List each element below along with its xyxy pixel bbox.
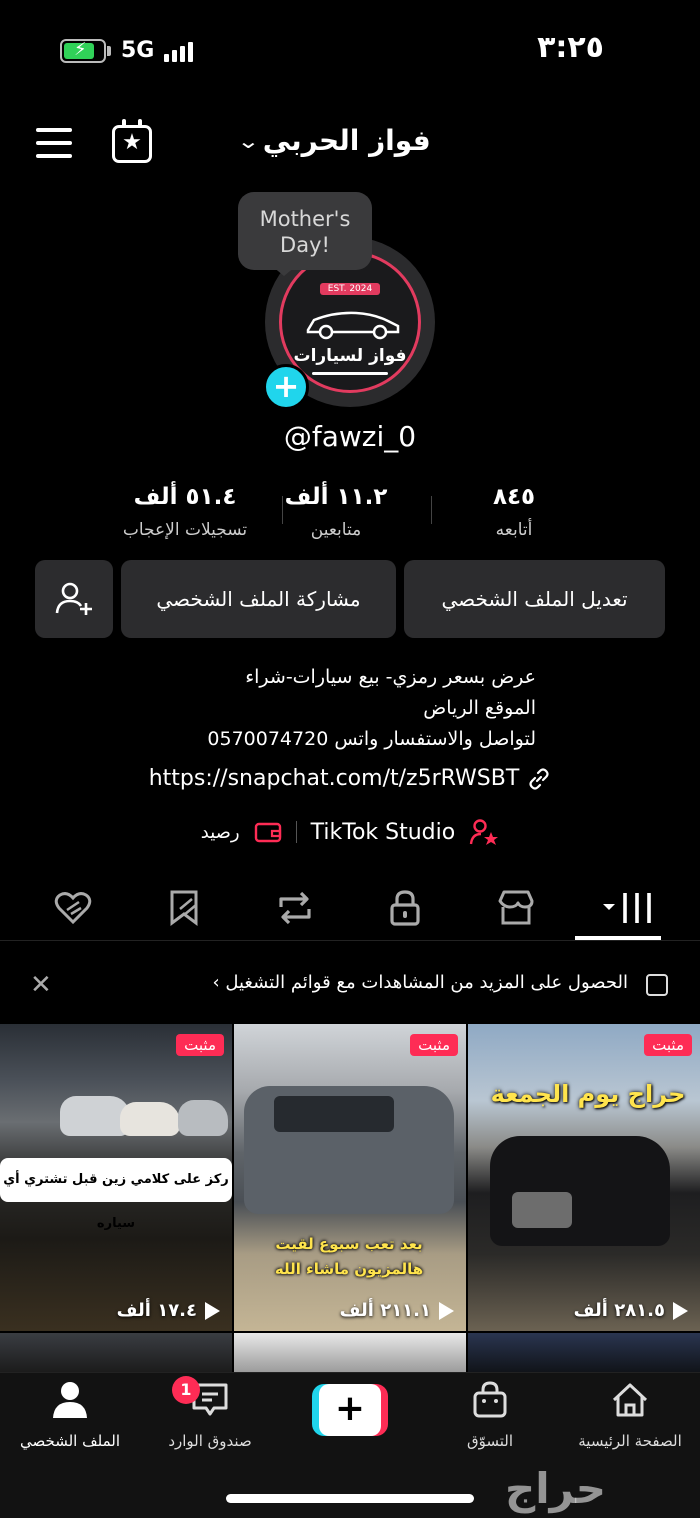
menu-icon[interactable] — [36, 128, 72, 158]
logo-text: فواز لسيارات — [293, 346, 407, 366]
nav-home[interactable]: الصفحة الرئيسية — [560, 1380, 700, 1450]
add-story-button[interactable]: + — [263, 364, 309, 410]
watermark-logo: حراج — [505, 1464, 607, 1513]
chevron-down-icon: ⌄ — [236, 128, 261, 153]
account-switcher[interactable]: ⌄ فواز الحربي — [236, 124, 440, 157]
grid-icon — [602, 893, 651, 923]
bio-link[interactable]: https://snapchat.com/t/z5rRWSBT — [0, 766, 700, 791]
playlist-icon — [646, 974, 668, 996]
profile-name: فواز الحربي — [262, 124, 431, 157]
battery-icon: ⚡ — [60, 38, 106, 63]
video-tile[interactable]: بعد تعب سبوع لقيت هالمزيون ماشاء الله مث… — [234, 1024, 466, 1331]
bio-link-text: https://snapchat.com/t/z5rRWSBT — [148, 766, 520, 791]
network-type: 5G — [121, 38, 155, 63]
status-indicators: ⚡ 5G — [60, 38, 194, 63]
create-button[interactable]: + — [312, 1384, 388, 1436]
content-tabs — [30, 880, 670, 940]
username-handle: @fawzi_0 — [283, 420, 417, 453]
nav-profile[interactable]: الملف الشخصي — [0, 1380, 140, 1450]
status-time: ٣:٢٥ — [537, 30, 604, 65]
following-stat[interactable]: ٨٤٥ أتابعه — [429, 484, 599, 540]
home-indicator[interactable] — [226, 1494, 474, 1503]
link-icon — [529, 767, 549, 790]
car-logo-icon — [306, 311, 400, 340]
person-plus-icon — [55, 582, 92, 615]
close-icon[interactable]: ✕ — [30, 970, 52, 1000]
view-count: ٢١١.١ ألف — [234, 1300, 466, 1321]
nav-inbox[interactable]: صندوق الوارد — [140, 1380, 280, 1450]
view-count: ٢٨١.٥ ألف — [468, 1300, 700, 1321]
wallet-icon[interactable] — [254, 820, 282, 844]
shopping-bag-icon — [473, 1381, 507, 1418]
balance-link[interactable]: رصيد — [201, 822, 240, 843]
bio-line: الموقع الرياض — [423, 697, 536, 719]
tab-videos[interactable] — [584, 880, 670, 936]
creator-calendar-icon[interactable]: ★ — [112, 119, 152, 163]
profile-icon — [53, 1382, 87, 1418]
video-tile[interactable] — [0, 1333, 232, 1373]
view-count: ١٧.٤ ألف — [0, 1300, 232, 1321]
tab-shop[interactable] — [473, 880, 559, 936]
video-caption: ركز على كلامي زين قبل تشتري أي سياره — [0, 1158, 232, 1231]
studio-person-star-icon — [470, 819, 499, 845]
play-icon — [205, 1301, 220, 1320]
bio-line: لتواصل والاستفسار واتس 0570074720 — [207, 728, 536, 750]
bookmark-icon — [170, 890, 198, 926]
share-profile-button[interactable]: مشاركة الملف الشخصي — [121, 560, 396, 638]
video-tile[interactable] — [234, 1333, 466, 1373]
nav-shop[interactable]: التسوّق — [420, 1380, 560, 1450]
tiktok-studio-link[interactable]: TikTok Studio — [311, 820, 456, 845]
liked-icon — [54, 892, 92, 925]
tab-favorites[interactable] — [141, 880, 227, 936]
play-icon — [439, 1301, 454, 1320]
lock-icon — [390, 890, 420, 926]
add-friends-button[interactable] — [35, 560, 113, 638]
playlist-promo-banner[interactable]: ✕ الحصول على المزيد من المشاهدات مع قوائ… — [0, 956, 700, 1018]
video-tile[interactable]: ركز على كلامي زين قبل تشتري أي سياره مثب… — [0, 1024, 232, 1331]
video-caption: حراج يوم الجمعة — [490, 1080, 686, 1108]
signal-icon — [164, 40, 194, 62]
edit-profile-button[interactable]: تعديل الملف الشخصي — [404, 560, 665, 638]
tab-liked[interactable] — [30, 880, 116, 936]
tab-reposts[interactable] — [252, 880, 338, 936]
video-caption: بعد تعب سبوع لقيت هالمزيون ماشاء الله — [274, 1235, 424, 1278]
pinned-badge: مثبت — [176, 1034, 224, 1056]
play-icon — [673, 1301, 688, 1320]
creator-tools-row: رصيد TikTok Studio — [0, 818, 700, 846]
home-icon — [612, 1383, 648, 1417]
inbox-badge: 1 — [172, 1376, 200, 1404]
mothers-day-bubble[interactable]: Mother's Day! — [238, 192, 372, 270]
bio: عرض بسعر رمزي- بيع سيارات-شراء الموقع ال… — [207, 662, 536, 755]
plus-icon: + — [319, 1384, 381, 1436]
tab-private[interactable] — [362, 880, 448, 936]
bio-line: عرض بسعر رمزي- بيع سيارات-شراء — [245, 666, 536, 688]
logo-est: EST. 2024 — [319, 283, 381, 295]
shop-icon — [498, 890, 534, 925]
followers-stat[interactable]: ١١.٢ ألف متابعين — [251, 484, 421, 540]
repost-icon — [278, 891, 311, 925]
video-tile[interactable] — [468, 1333, 700, 1373]
promo-text: الحصول على المزيد من المشاهدات مع قوائم … — [212, 972, 628, 993]
pinned-badge: مثبت — [410, 1034, 458, 1056]
video-tile[interactable]: حراج يوم الجمعة مثبت ٢٨١.٥ ألف — [468, 1024, 700, 1331]
likes-stat[interactable]: ٥١.٤ ألف تسجيلات الإعجاب — [100, 484, 270, 540]
pinned-badge: مثبت — [644, 1034, 692, 1056]
